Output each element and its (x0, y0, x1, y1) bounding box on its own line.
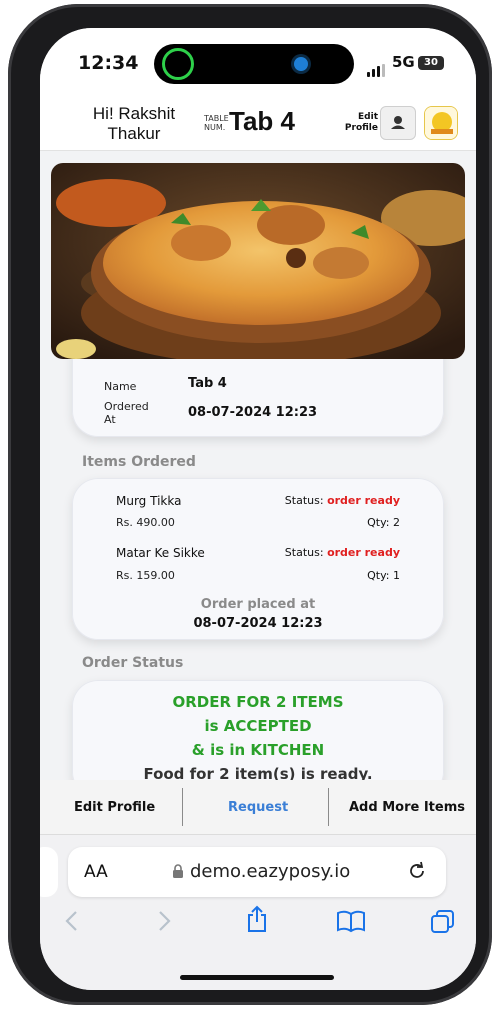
activity-icon (162, 48, 194, 80)
phone-frame: 12:34 5G 30 Hi! Rakshit Thakur TABLE NUM… (8, 4, 492, 1005)
item-qty: Qty: 2 (367, 516, 400, 529)
address-bar[interactable]: AA demo.eazyposy.io (68, 847, 446, 897)
previous-tab-card[interactable] (40, 847, 58, 897)
status-line-1: ORDER FOR 2 ITEMS (172, 693, 344, 711)
edit-profile-button[interactable]: Edit Profile (74, 800, 155, 815)
app-header: Hi! Rakshit Thakur TABLE NUM. Tab 4 Edit… (40, 96, 476, 151)
edit-profile-label[interactable]: Edit Profile (344, 112, 378, 134)
lock-icon (173, 864, 183, 878)
add-more-items-button[interactable]: Add More Items (349, 800, 465, 815)
item-qty: Qty: 1 (367, 569, 400, 582)
item-status: Status: order ready (285, 494, 400, 507)
items-card: Murg Tikka Rs. 490.00 Status: order read… (72, 478, 444, 640)
forward-icon[interactable] (154, 909, 174, 933)
hero-food-image (51, 163, 465, 359)
nav-divider (328, 788, 329, 826)
item-name: Matar Ke Sikke (116, 546, 205, 560)
share-icon[interactable] (245, 905, 269, 933)
item-name: Murg Tikka (116, 494, 182, 508)
order-status-heading: Order Status (82, 655, 184, 671)
status-time: 12:34 (78, 52, 139, 74)
name-label: Name (104, 380, 137, 393)
item-status: Status: order ready (285, 546, 400, 559)
dynamic-island (154, 44, 354, 84)
status-value: order ready (327, 494, 400, 507)
home-indicator (180, 975, 334, 980)
main-content: Name Tab 4 Ordered At 08-07-2024 12:23 I… (40, 150, 476, 798)
status-line-2: is ACCEPTED (204, 717, 312, 735)
name-value: Tab 4 (188, 376, 227, 391)
profile-button[interactable] (380, 106, 416, 140)
item-price: Rs. 159.00 (116, 569, 175, 582)
signal-icon (367, 58, 387, 77)
status-label: Status: (284, 546, 324, 559)
ordered-at-label: Ordered At (104, 400, 149, 426)
status-bar: 12:34 5G 30 (40, 28, 476, 96)
nav-divider (182, 788, 183, 826)
back-icon[interactable] (62, 909, 82, 933)
restaurant-logo (424, 106, 458, 140)
item-price: Rs. 490.00 (116, 516, 175, 529)
battery-icon: 30 (418, 56, 444, 70)
status-label: Status: (284, 494, 324, 507)
bottom-nav: Edit Profile Request Add More Items (40, 780, 476, 834)
network-type: 5G (392, 53, 415, 71)
phone-screen: 12:34 5G 30 Hi! Rakshit Thakur TABLE NUM… (40, 28, 476, 990)
status-value: order ready (327, 546, 400, 559)
browser-toolbar: AA demo.eazyposy.io (40, 834, 476, 990)
request-button[interactable]: Request (228, 800, 288, 815)
user-icon (391, 116, 405, 129)
table-number: Tab 4 (229, 106, 295, 136)
greeting-text: Hi! Rakshit Thakur (92, 104, 176, 143)
order-placed-label: Order placed at (200, 597, 316, 612)
bookmarks-icon[interactable] (336, 909, 366, 933)
camera-icon (294, 57, 308, 71)
reader-settings-button[interactable]: AA (84, 862, 108, 882)
items-ordered-heading: Items Ordered (82, 454, 196, 470)
table-label: TABLE NUM. (204, 114, 229, 132)
url-text[interactable]: demo.eazyposy.io (190, 861, 350, 882)
order-placed-value: 08-07-2024 12:23 (193, 616, 323, 631)
reload-icon[interactable] (406, 860, 428, 882)
ordered-at-value: 08-07-2024 12:23 (188, 405, 318, 420)
status-line-3: & is in KITCHEN (191, 741, 325, 759)
tabs-icon[interactable] (430, 909, 456, 935)
